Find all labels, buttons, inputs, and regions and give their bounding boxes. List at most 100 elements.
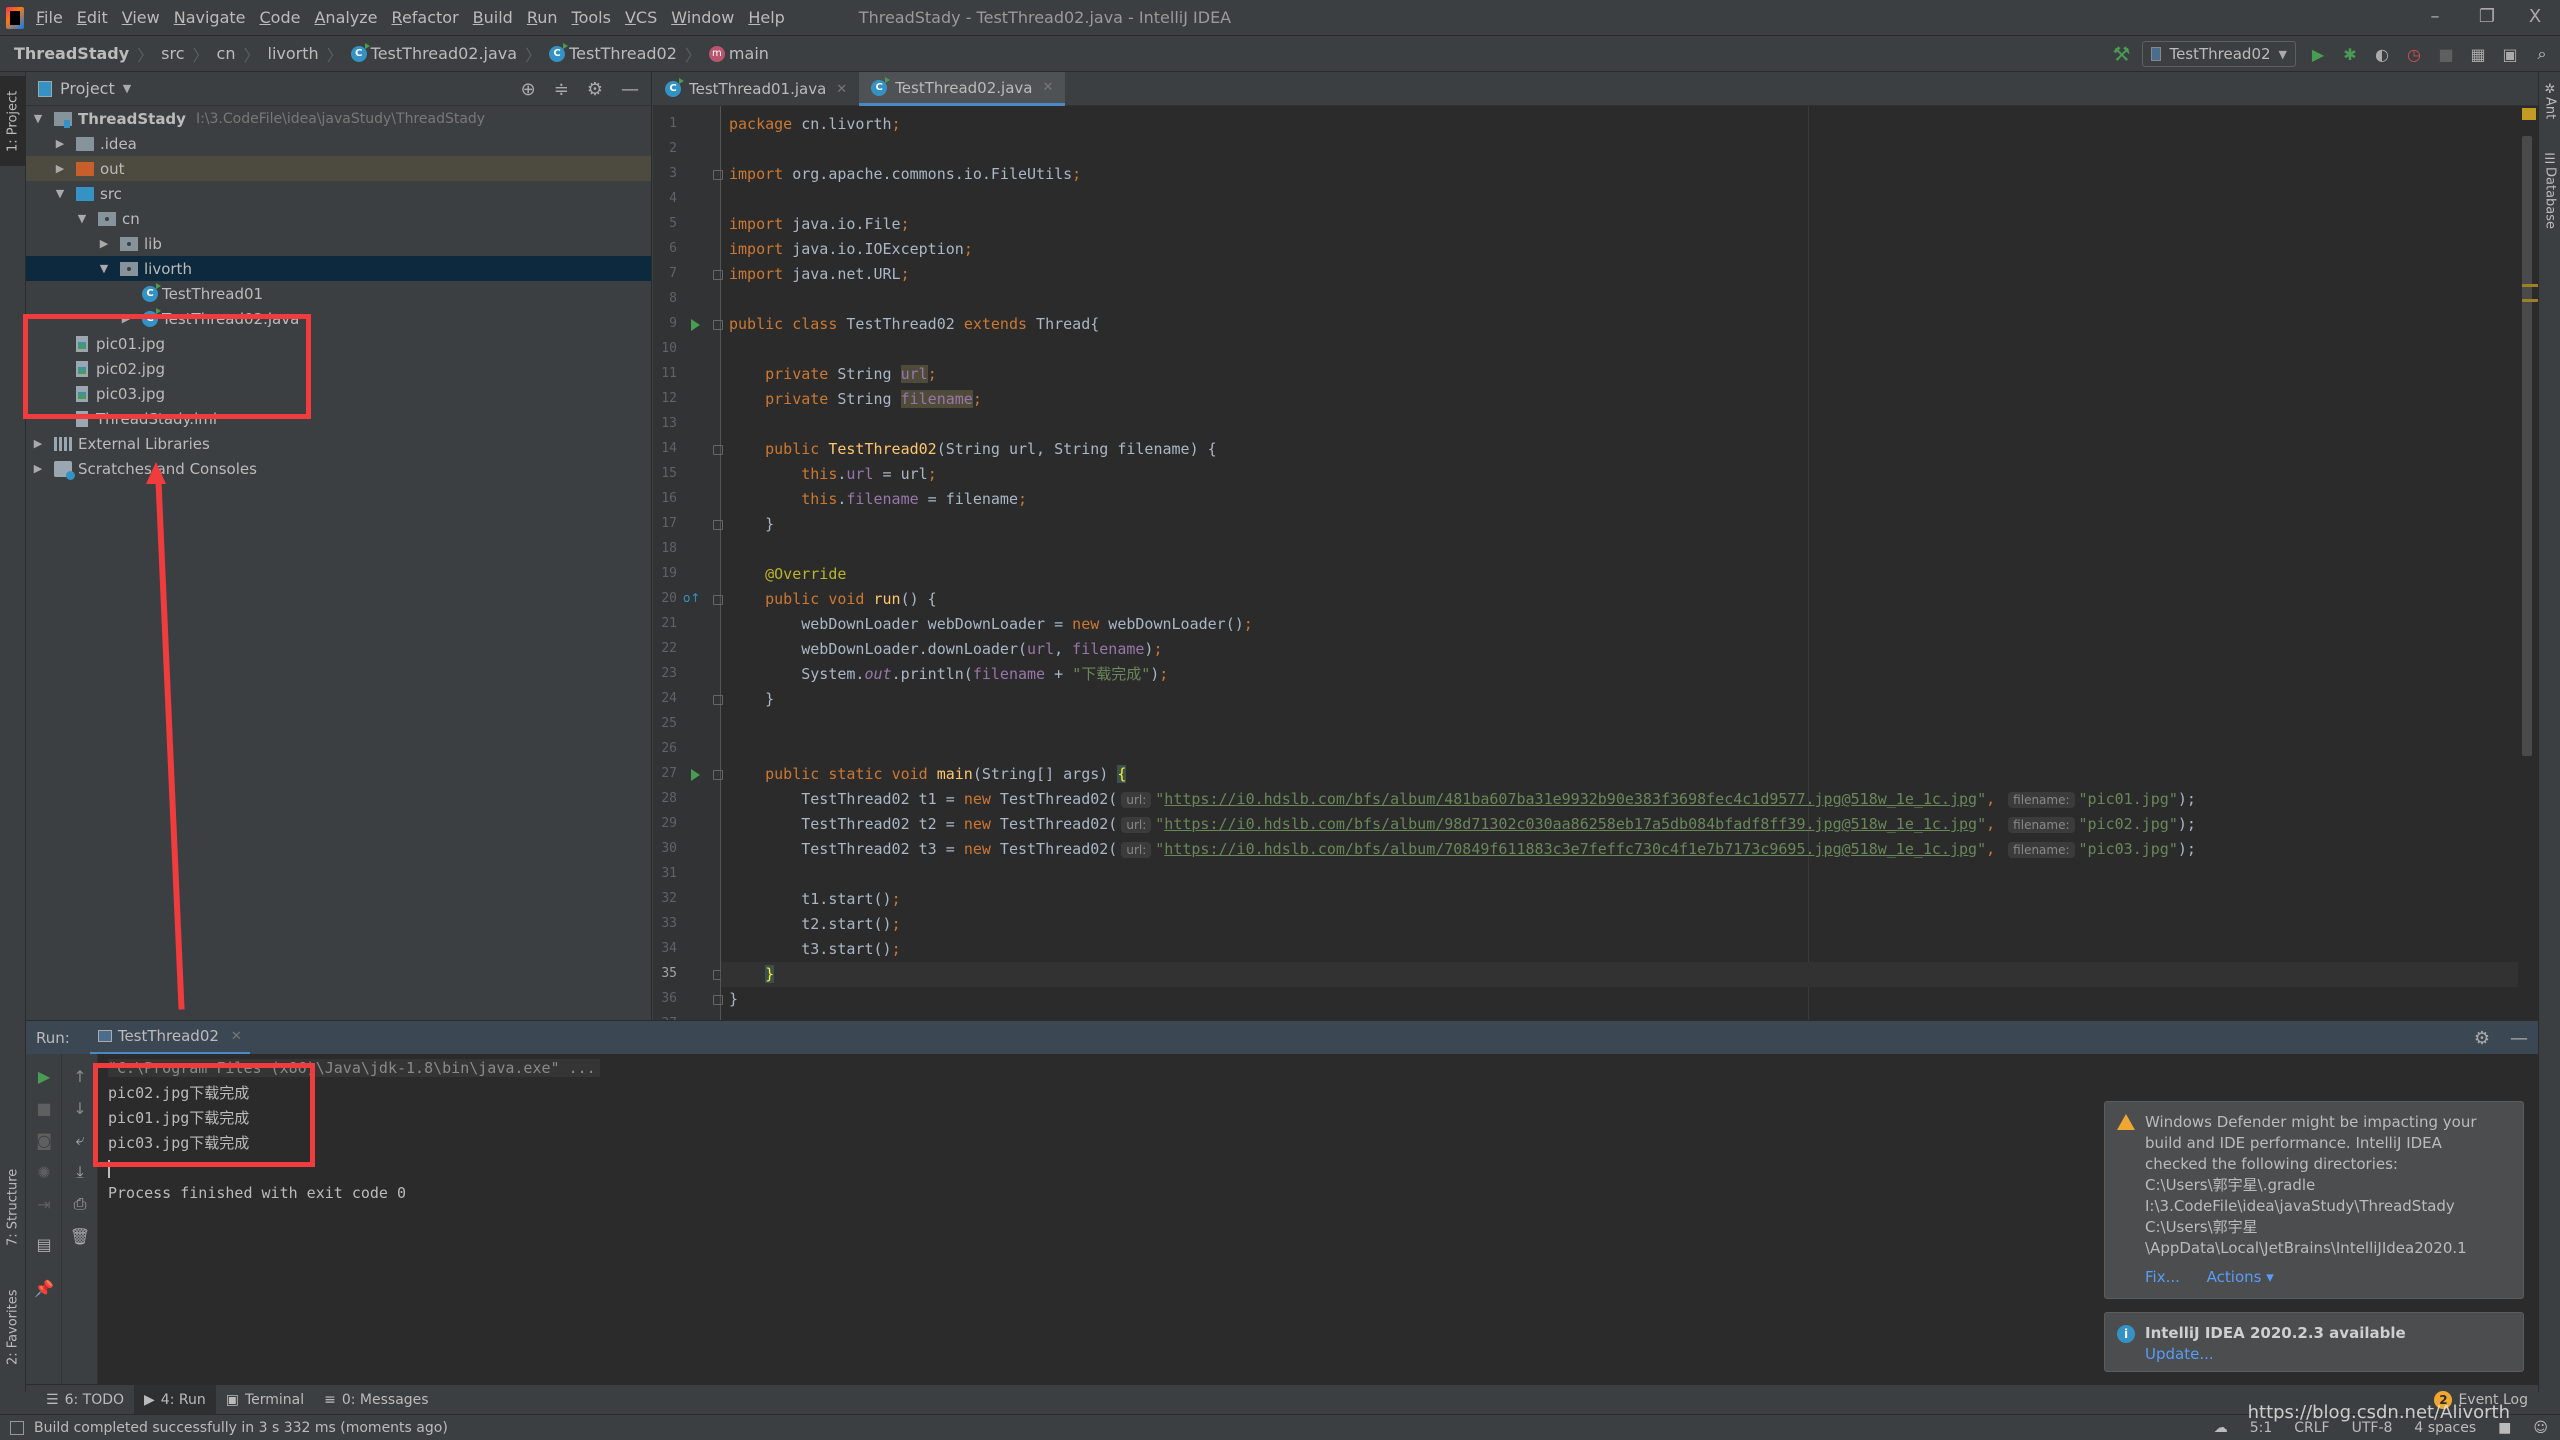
tool-window-tab-project[interactable]: 1: Project [0,76,26,166]
memory-indicator-icon[interactable]: ☺ [2533,1420,2548,1436]
menu-view[interactable]: View [122,8,160,27]
breadcrumb-project[interactable]: ThreadStady [14,44,129,63]
menu-vcs[interactable]: VCS [625,8,657,27]
code-line[interactable]: import java.io.IOException; [729,237,973,262]
breadcrumb-livorth[interactable]: livorth [268,44,319,63]
menu-help[interactable]: Help [748,8,784,27]
locate-target-icon[interactable]: ⊕ [521,79,536,100]
fold-marker-icon[interactable] [713,770,723,780]
fix-link[interactable]: Fix... [2145,1268,2180,1286]
code-line[interactable]: t3.start(); [729,937,900,962]
print-icon[interactable]: ⎙ [70,1194,90,1214]
close-tab-icon[interactable]: ✕ [1042,80,1053,95]
run-with-coverage-icon[interactable]: ◐ [2372,44,2392,64]
tree-item[interactable]: ▼ src [26,181,651,206]
hector-inspection-icon[interactable]: ☁ [2214,1420,2228,1436]
editor-tab-testthread02[interactable]: C TestThread02.java ✕ [859,72,1066,106]
tool-tab-todo[interactable]: ☰ 6: TODO [36,1385,134,1415]
chevron-right-icon[interactable]: ▶ [32,462,44,475]
tree-item[interactable]: ▶ out [26,156,651,181]
code-line[interactable]: t2.start(); [729,912,900,937]
code-line[interactable]: import java.io.File; [729,212,910,237]
tree-item[interactable]: C TestThread01 [26,281,651,306]
code-line[interactable]: System.out.println(filename + "下载完成"); [729,662,1168,687]
tool-tab-messages[interactable]: ≡ 0: Messages [314,1385,438,1415]
close-tab-icon[interactable]: ✕ [231,1029,242,1044]
menu-file[interactable]: File [36,8,63,27]
code-line[interactable]: this.url = url; [729,462,936,487]
breadcrumb-file[interactable]: C TestThread02.java [350,42,517,63]
tool-window-tab-structure[interactable]: 7: Structure [0,1152,26,1262]
code-line[interactable]: public TestThread02(String url, String f… [729,437,1217,462]
project-structure-icon[interactable]: ▦ [2468,44,2488,64]
soft-wrap-icon[interactable]: ⤶ [70,1130,90,1150]
run-gutter-icon[interactable] [691,319,700,331]
chevron-right-icon[interactable]: ▶ [54,162,66,175]
tree-item[interactable]: ▶ .idea [26,131,651,156]
code-line[interactable]: t1.start(); [729,887,900,912]
menu-navigate[interactable]: Navigate [174,8,246,27]
minimize-button[interactable]: – [2420,6,2450,27]
close-window-button[interactable]: X [2520,6,2550,27]
warning-marker[interactable] [2522,299,2538,302]
collapse-all-icon[interactable]: ≑ [554,79,569,100]
gear-icon[interactable]: ⚙ [2474,1028,2490,1049]
chevron-right-icon[interactable]: ▶ [32,437,44,450]
tool-window-tab-favorites[interactable]: 2: Favorites [0,1272,26,1382]
stop-icon[interactable]: ■ [2436,44,2456,64]
fold-marker-icon[interactable] [713,520,723,530]
stop-icon[interactable]: ■ [34,1098,54,1118]
project-view-selector[interactable]: Project [60,79,115,98]
scroll-thumb[interactable] [2522,136,2532,756]
code-editor[interactable]: 1 2 3 4 5 6 7 8 9 10 11 12 13 14 15 16 17 18 19 20 21 22 23 24 2… [653,106,2538,1020]
profile-icon[interactable]: ◷ [2404,44,2424,64]
tree-item[interactable]: ▼ livorth [26,256,651,281]
warning-marker[interactable] [2522,284,2538,287]
code-line[interactable]: @Override [729,562,846,587]
layout-icon[interactable]: ▤ [34,1234,54,1254]
code-line[interactable]: webDownLoader webDownLoader = new webDow… [729,612,1253,637]
tree-item[interactable]: ▶ Scratches and Consoles [26,456,651,481]
tool-tab-run[interactable]: ▶ 4: Run [134,1384,216,1415]
run-icon[interactable]: ▶ [2308,44,2328,64]
breadcrumb-class[interactable]: C TestThread02 [549,42,677,63]
breadcrumb-src[interactable]: src [161,44,184,63]
chevron-down-icon[interactable]: ▼ [54,187,66,200]
editor-tab-testthread01[interactable]: C TestThread01.java ✕ [653,72,859,106]
editor-scrollbar[interactable] [2518,106,2538,1020]
code-line[interactable]: import org.apache.commons.io.FileUtils; [729,162,1081,187]
close-tab-icon[interactable]: ✕ [836,82,847,97]
run-gutter-icon[interactable] [691,769,700,781]
tree-item[interactable]: ▶ External Libraries [26,431,651,456]
tool-window-tab-ant[interactable]: ✲ Ant [2539,82,2560,142]
code-line[interactable]: private String filename; [729,387,982,412]
menu-analyze[interactable]: Analyze [314,8,377,27]
code-line[interactable]: import java.net.URL; [729,262,910,287]
fold-marker-icon[interactable] [713,270,723,280]
rerun-icon[interactable]: ▶ [34,1066,54,1086]
code-line[interactable]: TestThread02 t1 = new TestThread02(url: "… [729,787,2196,812]
actions-dropdown[interactable]: Actions ▾ [2207,1268,2274,1286]
tree-item[interactable]: ▼ cn [26,206,651,231]
gear-icon[interactable]: ⚙ [587,79,603,100]
menu-tools[interactable]: Tools [572,8,611,27]
inspection-status-icon[interactable] [2522,108,2536,120]
code-line[interactable]: } [729,987,738,1012]
tree-item[interactable]: ▶ lib [26,231,651,256]
tree-item[interactable]: ▼ ThreadStady I:\3.CodeFile\idea\javaStudy… [26,106,651,131]
chevron-down-icon[interactable]: ▼ [76,212,88,225]
breadcrumb-cn[interactable]: cn [217,44,236,63]
code-line[interactable]: public static void main(String[] args) { [729,762,1127,787]
code-line[interactable]: public void run() { [729,587,937,612]
code-line[interactable]: package cn.livorth; [729,112,901,137]
hide-panel-icon[interactable]: — [621,79,639,100]
chevron-down-icon[interactable]: ▼ [123,82,131,95]
debug-bug-icon[interactable]: ✱ [2340,44,2360,64]
menu-window[interactable]: Window [671,8,734,27]
hide-panel-icon[interactable]: — [2510,1028,2528,1049]
tool-tab-terminal[interactable]: ▣ Terminal [216,1385,314,1415]
menu-run[interactable]: Run [527,8,558,27]
import-icon[interactable]: ⇥ [34,1194,54,1214]
chevron-down-icon[interactable]: ▼ [98,262,110,275]
arrow-up-icon[interactable]: ↑ [70,1066,90,1086]
